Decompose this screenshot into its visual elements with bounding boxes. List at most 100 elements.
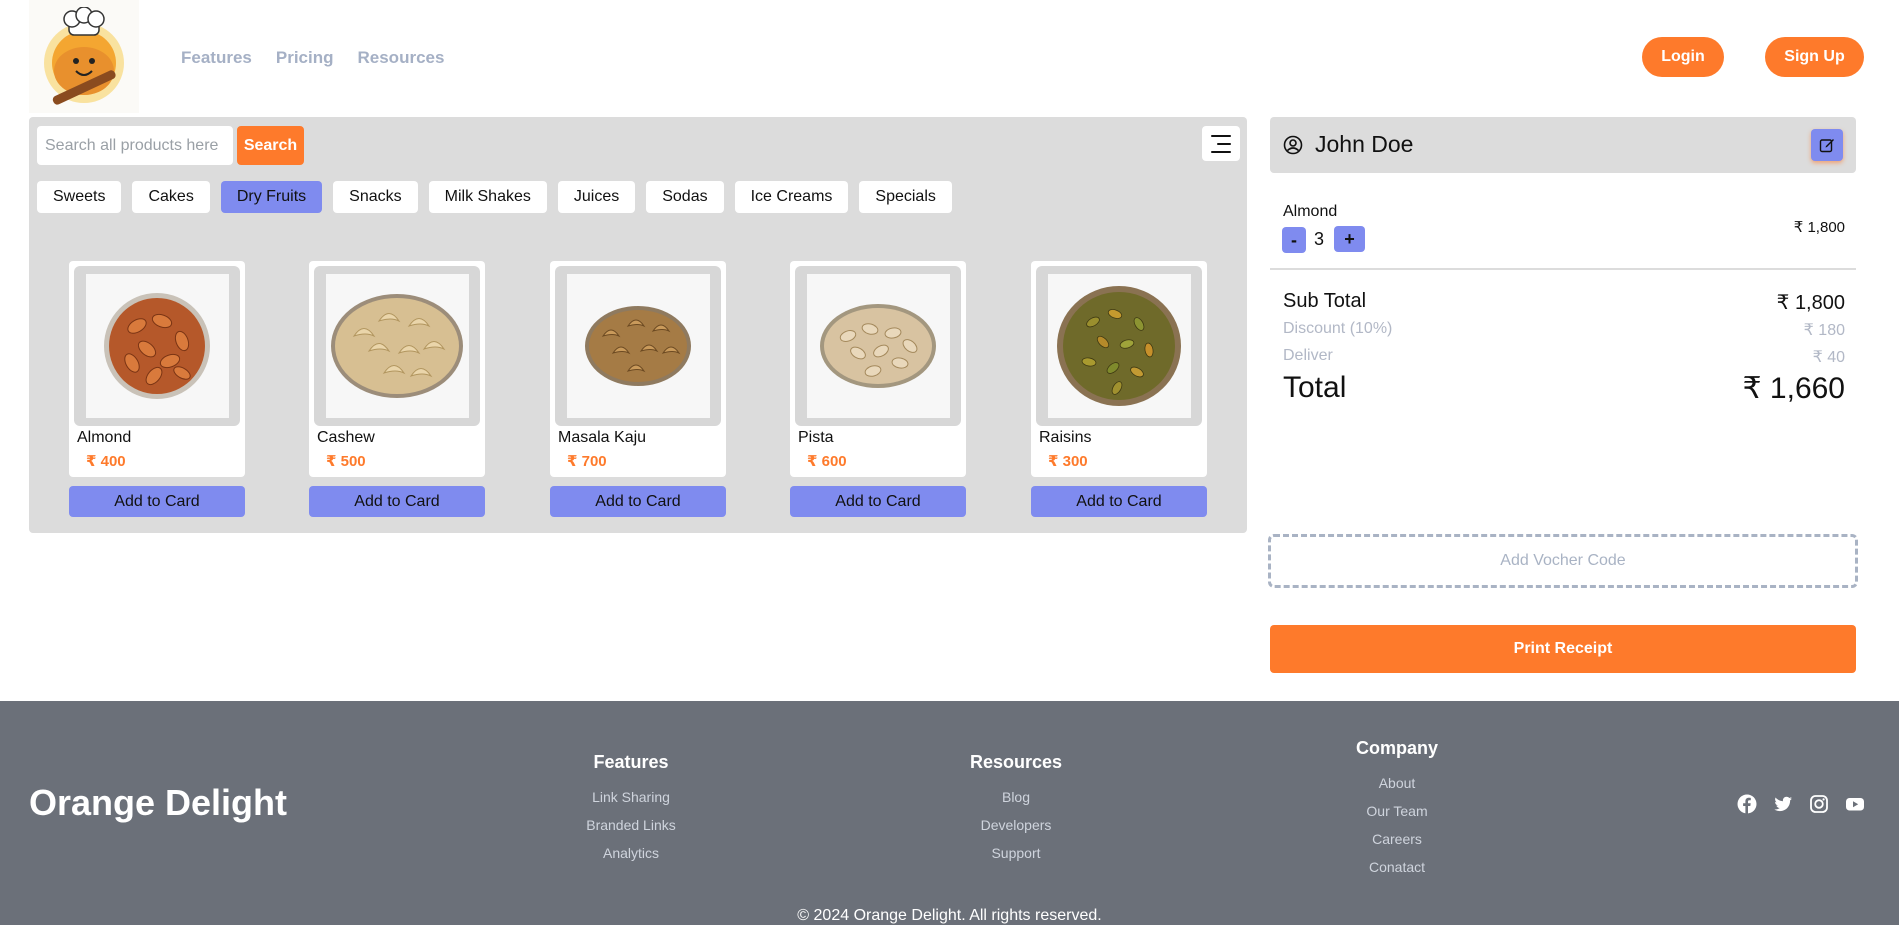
product-name: Raisins bbox=[1039, 429, 1092, 446]
delivery-value: ₹ 40 bbox=[1812, 349, 1845, 366]
add-to-card-button[interactable]: Add to Card bbox=[550, 486, 726, 517]
footer-brand: Orange Delight bbox=[29, 782, 288, 823]
twitter-icon[interactable] bbox=[1773, 794, 1793, 814]
category-snacks[interactable]: Snacks bbox=[333, 181, 418, 213]
menu-icon-line bbox=[1211, 150, 1231, 153]
qty-increase-button[interactable]: + bbox=[1334, 226, 1365, 252]
footer-heading: Resources bbox=[969, 752, 1063, 772]
add-to-card-button[interactable]: Add to Card bbox=[790, 486, 966, 517]
product-image-frame bbox=[555, 266, 721, 426]
total-value: ₹ 1,660 bbox=[1742, 372, 1846, 405]
footer-link[interactable]: Analytics bbox=[571, 839, 691, 867]
total-row: Total ₹ 1,660 bbox=[1283, 371, 1845, 406]
search-button[interactable]: Search bbox=[237, 126, 304, 165]
facebook-icon[interactable] bbox=[1737, 794, 1757, 814]
footer-column-company: Company About Our Team Careers Conatact bbox=[1337, 738, 1457, 881]
category-specials[interactable]: Specials bbox=[859, 181, 952, 213]
product-name: Pista bbox=[798, 429, 834, 446]
nav-pricing[interactable]: Pricing bbox=[276, 48, 334, 68]
customer-name: John Doe bbox=[1315, 131, 1414, 157]
product-image-frame bbox=[1036, 266, 1202, 426]
footer-link[interactable]: Link Sharing bbox=[571, 783, 691, 811]
product-card[interactable]: Cashew ₹ 500 bbox=[309, 261, 485, 477]
footer-link[interactable]: Developers bbox=[956, 811, 1076, 839]
product-image-frame bbox=[795, 266, 961, 426]
subtotal-row: Sub Total ₹ 1,800 bbox=[1283, 290, 1845, 315]
category-dry-fruits[interactable]: Dry Fruits bbox=[220, 181, 323, 213]
masala-kaju-image bbox=[585, 306, 691, 386]
user-circle-icon bbox=[1283, 135, 1303, 155]
product-price: ₹ 500 bbox=[326, 453, 366, 470]
product-card[interactable]: Almond ₹ 400 bbox=[69, 261, 245, 477]
product-price: ₹ 700 bbox=[567, 453, 607, 470]
category-tabs: Sweets Cakes Dry Fruits Snacks Milk Shak… bbox=[37, 181, 952, 213]
main-nav: Features Pricing Resources bbox=[181, 48, 444, 68]
category-sodas[interactable]: Sodas bbox=[646, 181, 724, 213]
instagram-icon[interactable] bbox=[1809, 794, 1829, 814]
footer-column-resources: Resources Blog Developers Support bbox=[956, 752, 1076, 867]
pista-image bbox=[820, 304, 936, 388]
print-receipt-button[interactable]: Print Receipt bbox=[1270, 625, 1856, 673]
discount-label: Discount (10%) bbox=[1283, 320, 1393, 337]
footer-link[interactable]: Conatact bbox=[1337, 853, 1457, 881]
logo[interactable] bbox=[29, 0, 139, 113]
product-price: ₹ 300 bbox=[1048, 453, 1088, 470]
footer-link[interactable]: Our Team bbox=[1337, 797, 1457, 825]
signup-button[interactable]: Sign Up bbox=[1765, 37, 1864, 77]
add-to-card-button[interactable]: Add to Card bbox=[69, 486, 245, 517]
footer-link[interactable]: Careers bbox=[1337, 825, 1457, 853]
footer-column-features: Features Link Sharing Branded Links Anal… bbox=[571, 752, 691, 867]
chef-bread-logo-icon bbox=[44, 6, 124, 105]
menu-icon-line bbox=[1217, 142, 1231, 145]
social-links bbox=[1737, 794, 1865, 814]
product-name: Masala Kaju bbox=[558, 429, 647, 446]
product-price: ₹ 400 bbox=[86, 453, 126, 470]
login-button[interactable]: Login bbox=[1642, 37, 1724, 77]
total-label: Total bbox=[1283, 371, 1347, 404]
menu-button[interactable] bbox=[1202, 126, 1240, 161]
cart-item-name: Almond bbox=[1283, 203, 1338, 220]
add-to-card-button[interactable]: Add to Card bbox=[1031, 486, 1207, 517]
product-image-frame bbox=[74, 266, 240, 426]
category-sweets[interactable]: Sweets bbox=[37, 181, 122, 213]
qty-value: 3 bbox=[1313, 229, 1324, 249]
subtotal-label: Sub Total bbox=[1283, 290, 1367, 312]
footer-link[interactable]: Support bbox=[956, 839, 1076, 867]
footer-link[interactable]: Blog bbox=[956, 783, 1076, 811]
cart-item-price: ₹ 1,800 bbox=[1793, 219, 1845, 236]
cart-divider bbox=[1270, 268, 1856, 270]
footer-heading: Features bbox=[593, 752, 669, 772]
product-name: Cashew bbox=[317, 429, 375, 446]
qty-decrease-button[interactable]: - bbox=[1282, 227, 1306, 253]
product-price: ₹ 600 bbox=[807, 453, 847, 470]
raisins-image bbox=[1057, 286, 1181, 406]
discount-row: Discount (10%) ₹ 180 bbox=[1283, 320, 1845, 340]
footer-link[interactable]: Branded Links bbox=[571, 811, 691, 839]
nav-features[interactable]: Features bbox=[181, 48, 252, 68]
category-ice-creams[interactable]: Ice Creams bbox=[734, 181, 849, 213]
category-cakes[interactable]: Cakes bbox=[132, 181, 210, 213]
edit-icon bbox=[1819, 139, 1834, 153]
youtube-icon[interactable] bbox=[1845, 794, 1865, 814]
product-card[interactable]: Raisins ₹ 300 bbox=[1031, 261, 1207, 477]
category-juices[interactable]: Juices bbox=[557, 181, 636, 213]
nav-resources[interactable]: Resources bbox=[358, 48, 445, 68]
footer-heading: Company bbox=[1355, 738, 1438, 758]
search-input[interactable] bbox=[37, 126, 233, 165]
delivery-row: Deliver ₹ 40 bbox=[1283, 347, 1845, 367]
category-milk-shakes[interactable]: Milk Shakes bbox=[428, 181, 547, 213]
product-image-frame bbox=[314, 266, 480, 426]
product-name: Almond bbox=[77, 429, 132, 446]
delivery-label: Deliver bbox=[1283, 347, 1333, 364]
add-to-card-button[interactable]: Add to Card bbox=[309, 486, 485, 517]
copyright: © 2024 Orange Delight. All rights reserv… bbox=[797, 907, 1102, 924]
add-voucher-button[interactable]: Add Vocher Code bbox=[1268, 534, 1858, 588]
subtotal-value: ₹ 1,800 bbox=[1776, 292, 1845, 314]
menu-icon bbox=[1211, 134, 1231, 137]
cashew-image bbox=[331, 294, 463, 398]
footer-link[interactable]: About bbox=[1337, 769, 1457, 797]
almond-image bbox=[104, 293, 210, 399]
product-card[interactable]: Masala Kaju ₹ 700 bbox=[550, 261, 726, 477]
edit-customer-button[interactable] bbox=[1811, 129, 1843, 161]
product-card[interactable]: Pista ₹ 600 bbox=[790, 261, 966, 477]
